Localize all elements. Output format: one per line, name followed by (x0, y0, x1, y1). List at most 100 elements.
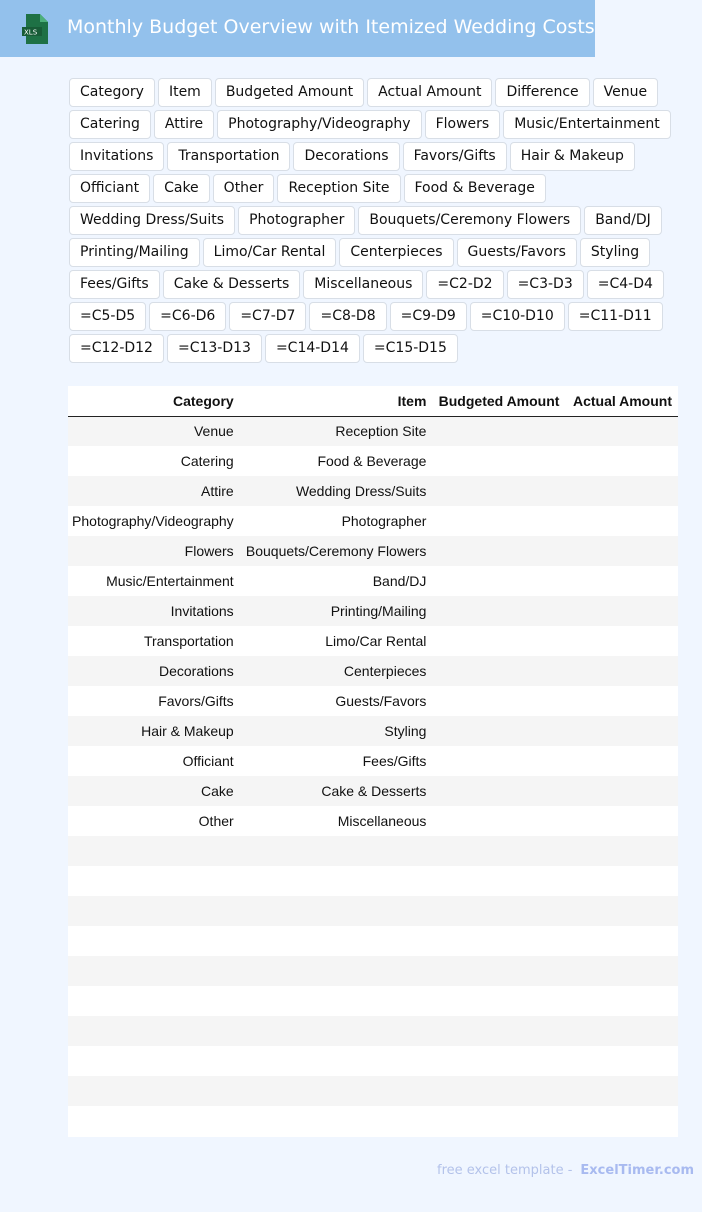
table-cell (432, 566, 565, 596)
table-cell (565, 536, 678, 566)
tag-chip[interactable]: =C13-D13 (166, 334, 262, 363)
tag-chip[interactable]: Difference (495, 78, 590, 107)
tag-chip[interactable]: Guests/Favors (456, 238, 577, 267)
header-bar: XLS Monthly Budget Overview with Itemize… (0, 0, 595, 57)
tag-chip[interactable]: Styling (579, 238, 651, 267)
tag-chip[interactable]: =C11-D11 (567, 302, 663, 331)
table-cell (432, 686, 565, 716)
table-cell (565, 836, 678, 866)
tag-chip[interactable]: Miscellaneous (303, 270, 424, 299)
tag-chip[interactable]: Decorations (293, 142, 400, 171)
tag-chip[interactable]: Photographer (238, 206, 356, 235)
tag-chip[interactable]: =C3-D3 (506, 270, 584, 299)
table-row: 11OfficiantFees/Gifts (68, 746, 678, 776)
table-cell (565, 866, 678, 896)
column-header[interactable]: Category (68, 386, 240, 417)
tag-chip[interactable]: Wedding Dress/Suits (69, 206, 236, 235)
table-cell (432, 716, 566, 746)
tag-chip[interactable]: =C4-D4 (586, 270, 664, 299)
tag-chip[interactable]: Venue (592, 78, 659, 107)
table-cell: Fees/Gifts (362, 753, 427, 769)
tag-chip[interactable]: Flowers (424, 110, 501, 139)
tag-chip[interactable]: Item (157, 78, 212, 107)
table-cell (432, 506, 565, 536)
table-cell: Food & Beverage (317, 453, 427, 469)
table-cell (240, 986, 433, 1016)
tag-chip[interactable]: Music/Entertainment (503, 110, 671, 139)
tag-chip[interactable]: Catering (69, 110, 151, 139)
tag-chip[interactable]: =C14-D14 (264, 334, 360, 363)
tag-chip[interactable]: Bouquets/Ceremony Flowers (358, 206, 582, 235)
table-cell (432, 1076, 566, 1106)
table-cell: Reception Site (239, 416, 433, 446)
table-cell: Photographer (341, 513, 427, 529)
tag-chip[interactable]: Actual Amount (367, 78, 493, 107)
column-header[interactable]: Budgeted Amount (432, 386, 566, 417)
footer-brand-link[interactable]: ExcelTimer.com (580, 1163, 694, 1178)
tag-chip[interactable]: =C10-D10 (469, 302, 565, 331)
table-cell (565, 1076, 678, 1106)
table-cell (565, 416, 678, 446)
tag-chip[interactable]: Printing/Mailing (69, 238, 200, 267)
tag-chip[interactable]: =C7-D7 (229, 302, 307, 331)
tag-chip[interactable]: Category (69, 78, 155, 107)
table-cell (432, 1106, 565, 1136)
tag-chip[interactable]: =C9-D9 (389, 302, 467, 331)
table-cell (432, 596, 566, 626)
table-cell (432, 746, 565, 776)
tag-chip[interactable]: Invitations (69, 142, 165, 171)
table-cell (432, 1046, 565, 1076)
table-cell (432, 536, 566, 566)
svg-text:XLS: XLS (24, 29, 38, 37)
tag-chip[interactable]: =C5-D5 (69, 302, 147, 331)
table-cell (68, 896, 240, 926)
tag-chip[interactable]: =C2-D2 (426, 270, 504, 299)
table-cell: Attire (68, 476, 240, 506)
tag-chip[interactable]: Food & Beverage (403, 174, 546, 203)
table-row: 2AttireWedding Dress/Suits (68, 476, 678, 506)
column-header[interactable]: Actual Amount (565, 386, 678, 417)
tag-chip[interactable]: Fees/Gifts (69, 270, 160, 299)
tag-chip[interactable]: Band/DJ (584, 206, 662, 235)
table-cell (240, 926, 433, 956)
table-cell (432, 986, 565, 1016)
column-header[interactable]: Item (239, 386, 433, 417)
table-cell (565, 746, 678, 776)
table-cell (68, 1076, 240, 1106)
tag-chip[interactable]: =C8-D8 (309, 302, 387, 331)
table-cell: Hair & Makeup (68, 716, 240, 746)
tag-chip[interactable]: Reception Site (277, 174, 401, 203)
table-cell: Music/Entertainment (106, 573, 234, 589)
table-row: 22 (68, 1076, 678, 1106)
table-cell: Invitations (68, 596, 240, 626)
table-cell: Cake & Desserts (239, 776, 433, 806)
tag-chip[interactable]: Photography/Videography (217, 110, 422, 139)
tag-chip[interactable]: =C6-D6 (149, 302, 227, 331)
tag-chip[interactable]: Favors/Gifts (402, 142, 507, 171)
tag-chip[interactable]: =C15-D15 (362, 334, 458, 363)
table-row: 14 (68, 836, 678, 866)
table-row: 19 (68, 986, 678, 1016)
tag-chip[interactable]: Budgeted Amount (214, 78, 365, 107)
tag-chip[interactable]: =C12-D12 (69, 334, 164, 363)
data-table-scroll[interactable]: Category Item Budgeted Amount Actual Amount… (68, 386, 678, 1137)
tag-chip[interactable]: Hair & Makeup (509, 142, 635, 171)
table-cell: Miscellaneous (337, 813, 427, 829)
table-row: 5Music/EntertainmentBand/DJ (68, 566, 678, 596)
table-cell (239, 1016, 433, 1046)
tag-chip[interactable]: Attire (153, 110, 215, 139)
table-cell (432, 416, 566, 446)
tag-chip[interactable]: Officiant (69, 174, 151, 203)
table-row: 7TransportationLimo/Car Rental (68, 626, 678, 656)
tag-chip[interactable]: Cake (153, 174, 210, 203)
tag-chip[interactable]: Other (212, 174, 275, 203)
tag-chip[interactable]: Centerpieces (339, 238, 454, 267)
table-cell (68, 926, 240, 956)
data-table: Category Item Budgeted Amount Actual Amount… (68, 386, 678, 1136)
footer: free excel template - ExcelTimer.com (437, 1163, 694, 1178)
table-cell: Guests/Favors (335, 693, 427, 709)
tag-chip[interactable]: Transportation (167, 142, 291, 171)
table-row: 21 (68, 1046, 678, 1076)
tag-chip[interactable]: Limo/Car Rental (202, 238, 337, 267)
tag-chip[interactable]: Cake & Desserts (162, 270, 301, 299)
